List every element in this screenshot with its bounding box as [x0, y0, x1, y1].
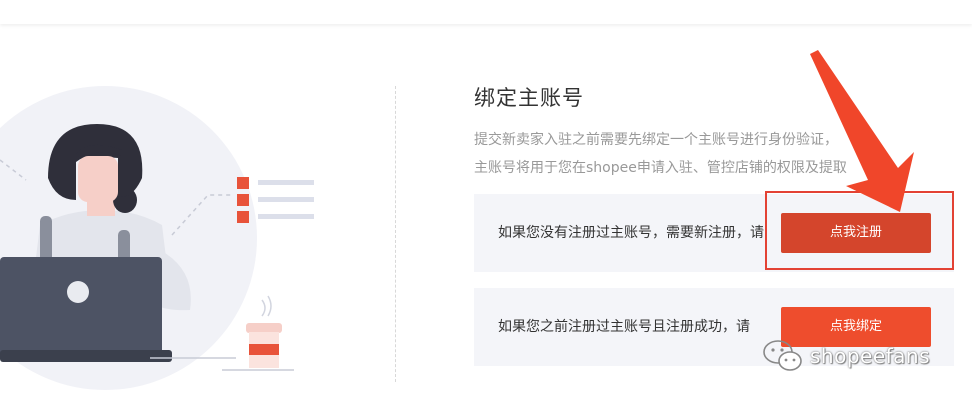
annotation-arrow-icon [810, 50, 914, 212]
illustration [0, 86, 314, 390]
watermark-text: shopeefans [810, 344, 931, 368]
list-icon [237, 177, 314, 223]
watermark: shopeefans [762, 338, 930, 374]
page-title: 绑定主账号 [474, 86, 584, 110]
divider [395, 86, 396, 382]
top-bar [0, 0, 972, 24]
page: 绑定主账号 提交新卖家入驻之前需要先绑定一个主账号进行身份验证， 主账号将用于您… [0, 0, 972, 403]
bind-prompt: 如果您之前注册过主账号且注册成功，请 [498, 319, 750, 335]
register-prompt: 如果您没有注册过主账号，需要新注册，请 [498, 225, 764, 241]
wechat-icon [763, 340, 802, 371]
laptop [0, 257, 172, 362]
coffee-cup [246, 295, 282, 368]
